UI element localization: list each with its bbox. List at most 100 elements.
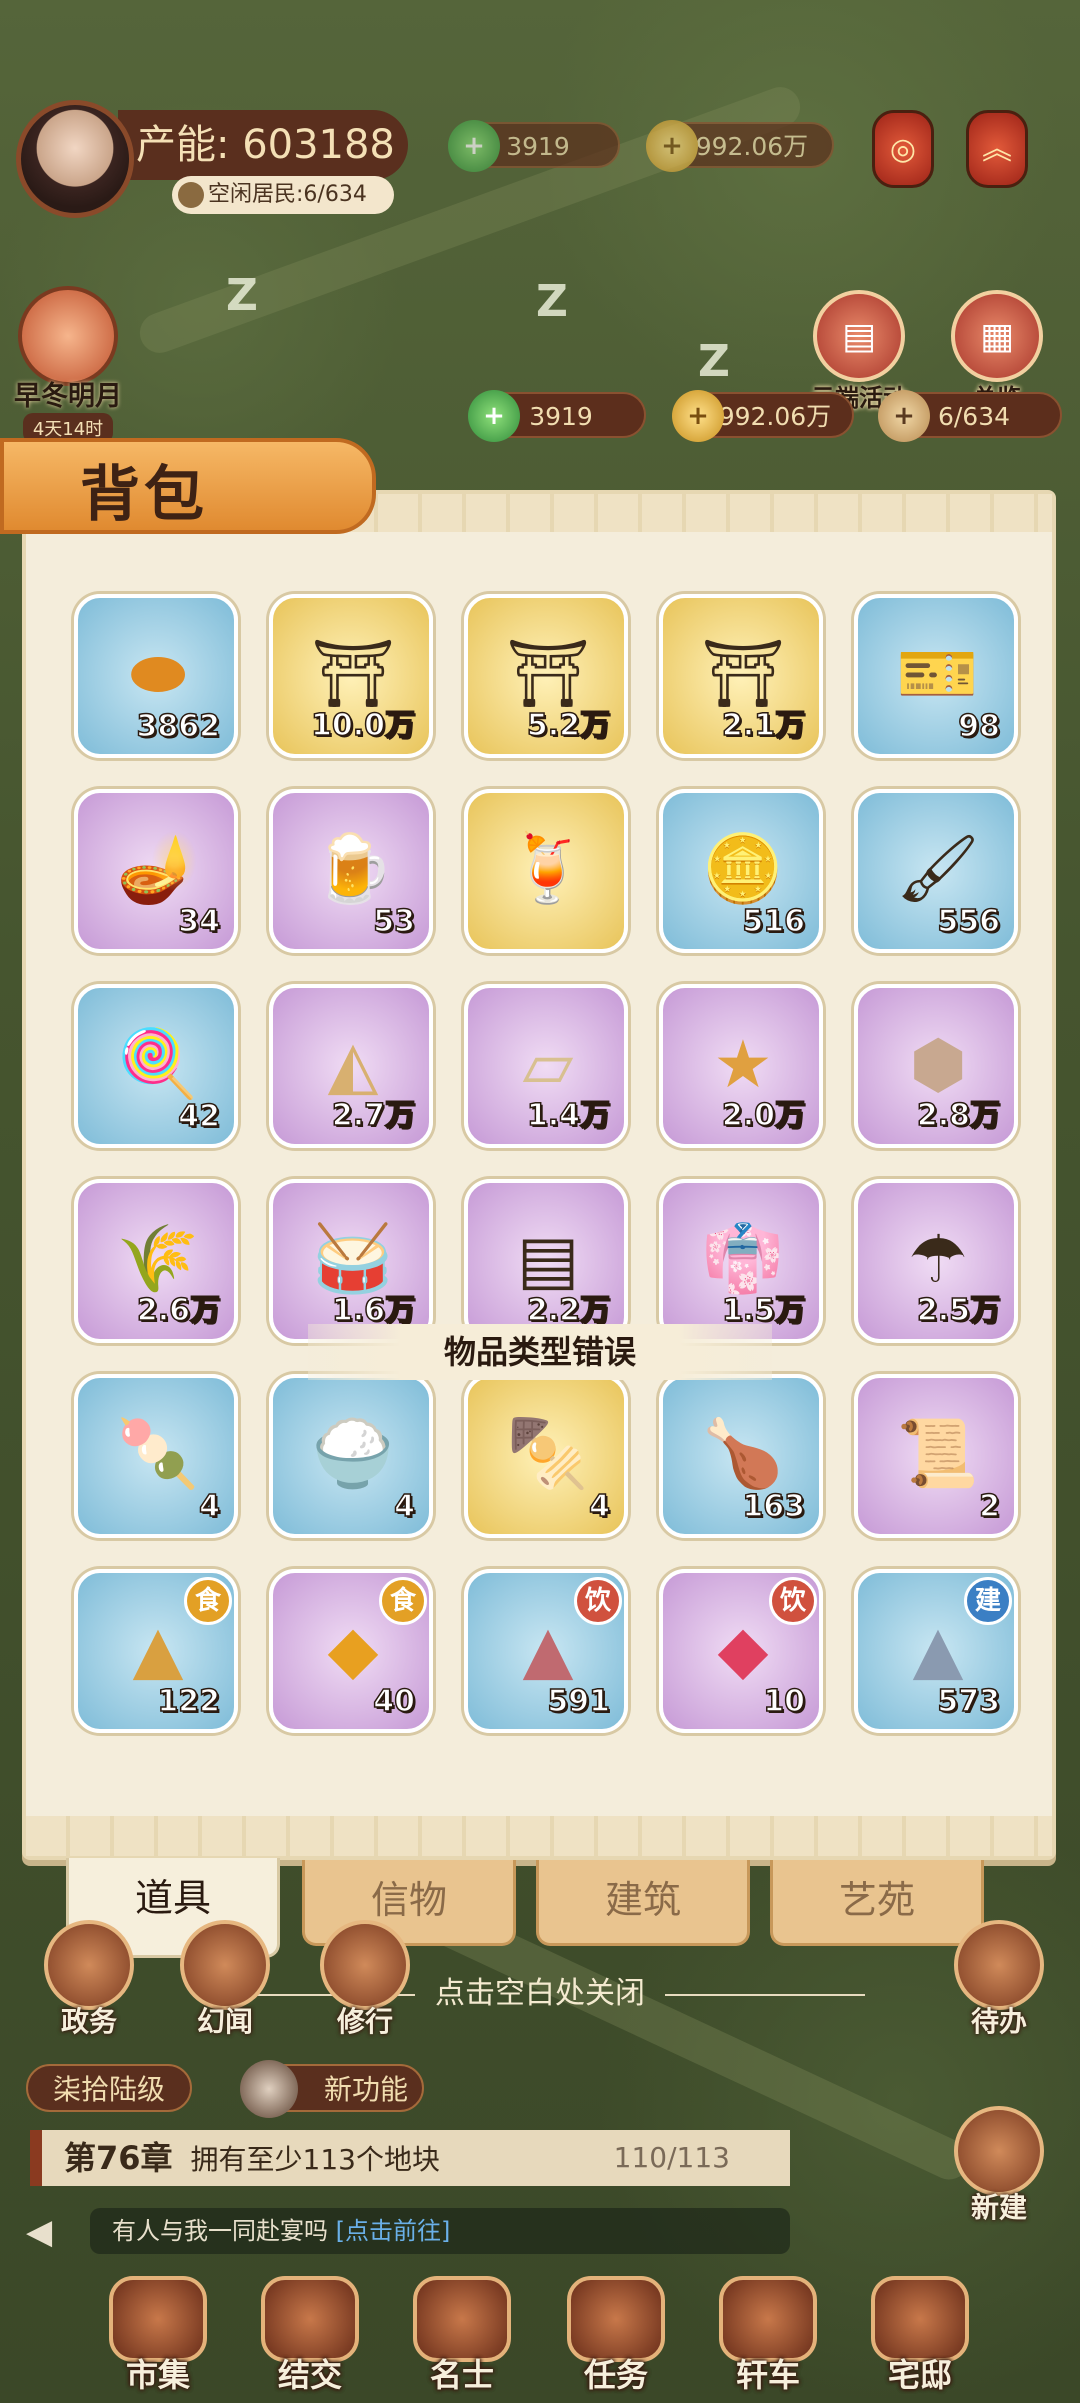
item-count: 2	[978, 1488, 1000, 1525]
sleep-z-icon: Z	[226, 270, 258, 321]
gold-coin-icon: +	[672, 390, 724, 442]
inventory-slot[interactable]: 🖌 556	[854, 789, 1018, 953]
item-count: 10	[763, 1683, 806, 1720]
item-count: 53	[373, 903, 416, 940]
item-count: 2.0万	[721, 1097, 806, 1134]
inventory-slot[interactable]: 🍡 4	[74, 1374, 238, 1538]
error-toast: 物品类型错误	[308, 1324, 772, 1380]
illusion-icon	[180, 1920, 270, 2010]
player-avatar[interactable]	[16, 100, 134, 218]
sleep-z-icon: Z	[698, 336, 730, 387]
inventory-slot[interactable]: 🍚 4	[269, 1374, 433, 1538]
item-count: 591	[547, 1683, 611, 1720]
inventory-slot[interactable]: 🍺 53	[269, 789, 433, 953]
inventory-slot[interactable]: ⬬ 3862	[74, 594, 238, 758]
inventory-slot[interactable]: ▲ 饮 591	[464, 1569, 628, 1733]
character-portrait-icon	[240, 2060, 298, 2118]
resident-icon	[178, 182, 204, 208]
item-count: 40	[373, 1683, 416, 1720]
speaker-icon[interactable]: ◀	[26, 2212, 52, 2252]
inventory-slot[interactable]: ⬢ 2.8万	[854, 984, 1018, 1148]
inventory-slot[interactable]: ★ 2.0万	[659, 984, 823, 1148]
calendar-icon: ▤	[813, 290, 905, 382]
inventory-slot[interactable]: ◭ 2.7万	[269, 984, 433, 1148]
drink-badge: 饮	[574, 1577, 622, 1625]
build-button[interactable]: 新建	[944, 2106, 1054, 2226]
item-count: 1.5万	[721, 1292, 806, 1329]
item-count: 1.6万	[331, 1292, 416, 1329]
inventory-slot[interactable]: 🎫 98	[854, 594, 1018, 758]
item-count: 573	[937, 1683, 1001, 1720]
cultivation-icon	[320, 1920, 410, 2010]
item-count: 516	[742, 903, 806, 940]
inventory-slot[interactable]: 🪔 34	[74, 789, 238, 953]
nav-tasks[interactable]: 任务	[556, 2276, 676, 2396]
item-count: 122	[157, 1683, 221, 1720]
food-badge: 食	[184, 1577, 232, 1625]
inventory-slot[interactable]: 🥁 1.6万	[269, 1179, 433, 1343]
inventory-slot[interactable]: ◆ 饮 10	[659, 1569, 823, 1733]
nav-mansion[interactable]: 宅邸	[860, 2276, 980, 2396]
nav-market[interactable]: 市集	[98, 2276, 218, 2396]
illusion-button[interactable]: 幻闻	[170, 1920, 280, 2040]
gold-currency[interactable]: +2992.06万	[672, 390, 854, 442]
inventory-slot[interactable]: ▱ 1.4万	[464, 984, 628, 1148]
close-hint[interactable]: 点击空白处关闭	[0, 1968, 1080, 2012]
chat-bar[interactable]: 有人与我一同赴宴吗 [点击前往]	[90, 2208, 790, 2254]
skewers-icon: 🍢	[506, 1415, 590, 1492]
inventory-slot[interactable]: ▲ 食 122	[74, 1569, 238, 1733]
government-icon	[44, 1920, 134, 2010]
jade-currency-top[interactable]: +3919	[448, 120, 620, 172]
backpack-title-bar: 背包	[0, 438, 376, 534]
food-badge: 食	[379, 1577, 427, 1625]
panel-border-bottom	[26, 1816, 1052, 1856]
gold-currency-top[interactable]: +2992.06万	[646, 120, 834, 172]
inventory-slot[interactable]: ▲ 建 573	[854, 1569, 1018, 1733]
buns-tray-icon: 🍡	[116, 1415, 200, 1492]
build-badge: 建	[964, 1577, 1012, 1625]
lantern-up-icon[interactable]: ︽	[966, 110, 1028, 188]
sleep-z-icon: Z	[536, 276, 568, 327]
inventory-slot[interactable]: ⛩ 2.1万	[659, 594, 823, 758]
inventory-slot[interactable]: 🪙 516	[659, 789, 823, 953]
inventory-slot[interactable]: 🍭 42	[74, 984, 238, 1148]
item-count: 2.5万	[916, 1292, 1001, 1329]
government-button[interactable]: 政务	[34, 1920, 144, 2040]
nav-celebrities[interactable]: 名士	[402, 2276, 522, 2396]
inventory-slot[interactable]: 📜 2	[854, 1374, 1018, 1538]
event-icon	[18, 286, 118, 386]
item-count: 3862	[136, 708, 221, 745]
resident-add-icon: +	[878, 390, 930, 442]
inventory-slot[interactable]: 🍢 4	[464, 1374, 628, 1538]
item-count: 5.2万	[526, 707, 611, 744]
inventory-slot[interactable]: 🍗 163	[659, 1374, 823, 1538]
chapter-task[interactable]: 第76章 拥有至少113个地块 110/113	[30, 2130, 790, 2186]
inventory-slot[interactable]: ☂ 2.5万	[854, 1179, 1018, 1343]
event-early-winter[interactable]: 早冬明月 4天14时	[8, 286, 128, 443]
resident-currency[interactable]: +6/634	[878, 390, 1062, 442]
item-count: 2.7万	[331, 1097, 416, 1134]
lantern-menu-icon[interactable]: ◎	[872, 110, 934, 188]
jade-currency[interactable]: +3919	[468, 390, 646, 442]
inventory-slot[interactable]: 👘 1.5万	[659, 1179, 823, 1343]
inventory-slot[interactable]: ⛩ 10.0万	[269, 594, 433, 758]
inventory-slot[interactable]: ◆ 食 40	[269, 1569, 433, 1733]
inventory-slot[interactable]: 🍹	[464, 789, 628, 953]
nav-carriage[interactable]: 轩车	[708, 2276, 828, 2396]
inventory-slot[interactable]: ▤ 2.2万	[464, 1179, 628, 1343]
item-count: 2.6万	[136, 1292, 221, 1329]
item-count: 1.4万	[526, 1097, 611, 1134]
inventory-slot[interactable]: 🌾 2.6万	[74, 1179, 238, 1343]
inventory-slot[interactable]: ⛩ 5.2万	[464, 594, 628, 758]
cultivation-button[interactable]: 修行	[310, 1920, 420, 2040]
nav-friends[interactable]: 结交	[250, 2276, 370, 2396]
tab-buildings[interactable]: 建筑	[536, 1860, 750, 1946]
item-count: 4	[393, 1488, 415, 1525]
item-count: 4	[588, 1488, 610, 1525]
chat-link[interactable]: [点击前往]	[336, 2217, 451, 2245]
new-feature-button[interactable]: 新功能	[240, 2060, 424, 2118]
level-badge[interactable]: 柒拾陆级	[26, 2064, 192, 2112]
tea-jar-flower-icon: 🍹	[506, 830, 590, 907]
item-count: 34	[178, 903, 221, 940]
todo-button[interactable]: 待办	[944, 1920, 1054, 2040]
